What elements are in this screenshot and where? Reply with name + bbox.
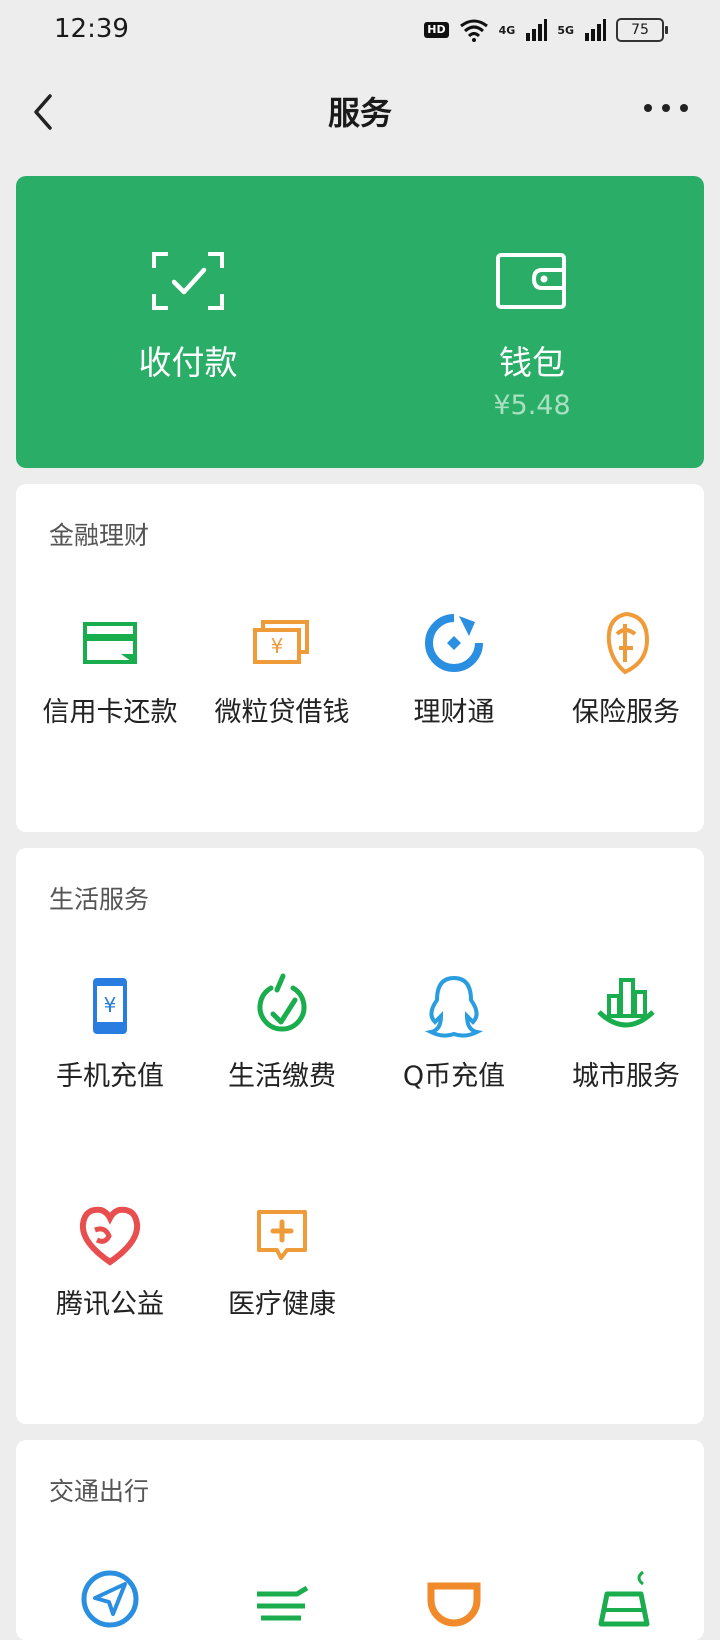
more-options-button[interactable] <box>644 96 688 120</box>
page-title: 服务 <box>327 94 392 132</box>
grid-label: 医疗健康 <box>228 1289 336 1320</box>
pay-receive-button[interactable]: 收付款 <box>16 176 360 468</box>
loan-icon: ¥ <box>253 620 309 664</box>
hotel-icon <box>598 1570 650 1627</box>
scan-check-icon <box>152 252 224 310</box>
grid-label: 微粒贷借钱 <box>214 697 350 728</box>
grid-label: 城市服务 <box>572 1061 680 1092</box>
life-services-section: 生活服务 ¥ 手机充值 生活缴费 Q币充值 城市服务 腾讯公益 医疗健康 <box>16 848 704 1424</box>
wallet-button[interactable]: 钱包 ¥5.48 <box>360 176 704 468</box>
transport-item[interactable] <box>368 1564 540 1634</box>
wifi-icon <box>459 19 488 42</box>
network-5g-label: 5G <box>557 23 574 37</box>
svg-text:¥: ¥ <box>271 634 284 658</box>
finance-section: 金融理财 信用卡还款 ¥ 微粒贷借钱 理财通 保险服务 <box>16 484 704 832</box>
pay-receive-label: 收付款 <box>138 343 238 382</box>
section-title: 生活服务 <box>49 885 150 914</box>
city-service-icon <box>597 978 655 1028</box>
signal-icon <box>526 19 548 41</box>
charity-heart-icon <box>79 1206 141 1266</box>
weilidai-loan-button[interactable]: ¥ 微粒贷借钱 <box>196 608 368 729</box>
more-dot-icon <box>680 104 688 112</box>
licaitong-icon <box>425 614 483 672</box>
tencent-charity-button[interactable]: 腾讯公益 <box>24 1200 196 1321</box>
more-dot-icon <box>644 104 652 112</box>
didi-icon <box>427 1582 481 1627</box>
train-plane-icon <box>257 1585 309 1621</box>
grid-label: 保险服务 <box>572 697 680 728</box>
grid-label: 信用卡还款 <box>42 697 178 728</box>
licaitong-button[interactable]: 理财通 <box>368 608 540 729</box>
section-title: 金融理财 <box>49 521 150 550</box>
section-title: 交通出行 <box>49 1477 150 1506</box>
hd-icon: HD <box>424 22 449 38</box>
insurance-button[interactable]: 保险服务 <box>540 608 712 729</box>
phone-recharge-icon: ¥ <box>93 978 127 1034</box>
insurance-icon <box>606 611 650 675</box>
utility-bill-icon <box>257 973 307 1032</box>
wallet-icon <box>496 253 566 309</box>
qcoin-recharge-button[interactable]: Q币充值 <box>368 972 540 1093</box>
status-bar: 12:39 HD 4G 5G 75 <box>0 0 720 64</box>
credit-card-icon <box>83 622 137 664</box>
medical-health-button[interactable]: 医疗健康 <box>196 1200 368 1321</box>
wallet-label: 钱包 <box>499 343 565 382</box>
transport-item[interactable] <box>24 1564 196 1634</box>
wallet-balance: ¥5.48 <box>493 390 571 421</box>
transport-item[interactable] <box>196 1564 368 1634</box>
phone-recharge-button[interactable]: ¥ 手机充值 <box>24 972 196 1093</box>
grid-label: 手机充值 <box>56 1061 164 1092</box>
grid-label: 理财通 <box>413 697 495 728</box>
battery-icon: 75 <box>616 18 668 42</box>
grid-label: 腾讯公益 <box>56 1289 164 1320</box>
grid-label: 生活缴费 <box>228 1061 336 1092</box>
navigation-icon <box>81 1570 139 1628</box>
network-4g-label: 4G <box>498 23 516 37</box>
transport-section: 交通出行 <box>16 1440 704 1640</box>
signal-icon <box>585 19 606 41</box>
credit-card-repay-button[interactable]: 信用卡还款 <box>24 608 196 729</box>
status-icons: HD 4G 5G 75 <box>424 18 668 42</box>
more-dot-icon <box>662 104 670 112</box>
svg-text:¥: ¥ <box>104 993 117 1017</box>
grid-label: Q币充值 <box>402 1061 506 1092</box>
medical-icon <box>257 1210 307 1260</box>
city-service-button[interactable]: 城市服务 <box>540 972 712 1093</box>
wallet-card: 收付款 钱包 ¥5.48 <box>16 176 704 468</box>
nav-bar: 服务 <box>0 74 720 154</box>
utility-bill-button[interactable]: 生活缴费 <box>196 972 368 1093</box>
qq-penguin-icon <box>424 975 484 1038</box>
status-time: 12:39 <box>54 14 129 44</box>
transport-item[interactable] <box>540 1564 712 1634</box>
